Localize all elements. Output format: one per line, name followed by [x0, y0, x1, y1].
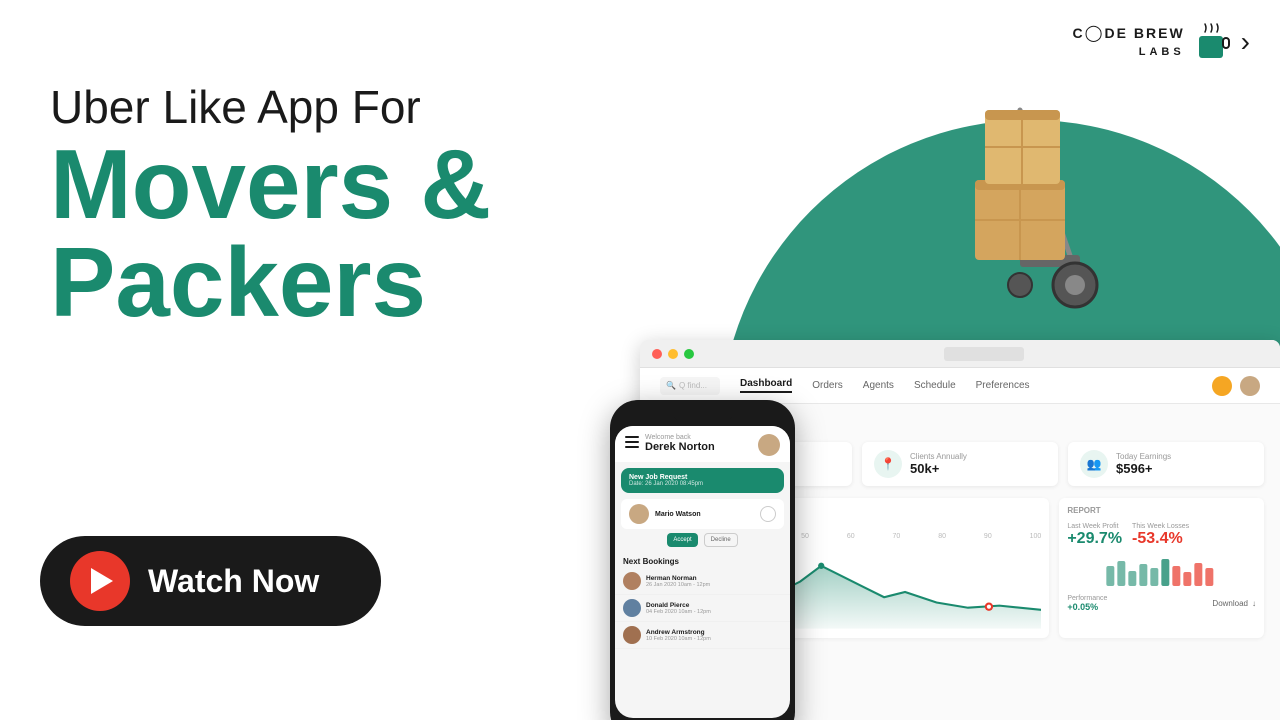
hero-heading-line2: Packers — [50, 233, 650, 331]
download-row[interactable]: Download ↓ — [1212, 599, 1256, 608]
titlebar-dot-yellow — [668, 349, 678, 359]
next-bookings-title: Next Bookings — [615, 553, 790, 568]
clients-icon: 📍 — [874, 450, 902, 478]
logo-area: C◯DE BREW LABS › — [1073, 20, 1250, 64]
logo-bracket: › — [1241, 28, 1250, 56]
profit-value: +29.7% — [1067, 530, 1122, 548]
performance-label: Performance — [1067, 595, 1107, 602]
booking-item-3: Andrew Armstrong 10 Feb 2020 10am - 12pm — [615, 622, 790, 649]
earnings-value: $596+ — [1116, 461, 1171, 476]
mobile-welcome: Welcome back — [645, 434, 715, 441]
booking-item-2: Donald Pierce 04 Feb 2020 10am - 12pm — [615, 595, 790, 622]
page-wrapper: C◯DE BREW LABS › Uber Like App For Mover… — [0, 0, 1280, 720]
nb-avatar-3 — [623, 626, 641, 644]
titlebar — [640, 340, 1280, 368]
hamburger-icon[interactable] — [625, 434, 639, 448]
nb-avatar-1 — [623, 572, 641, 590]
report-panel: REPORT Last Week Profit +29.7% This Week… — [1059, 498, 1264, 638]
stat-earnings: 👥 Today Earnings $596+ — [1068, 442, 1264, 486]
download-label: Download — [1212, 599, 1248, 608]
mobile-screen: Welcome back Derek Norton New Job Reques… — [615, 426, 790, 718]
nb-name-3: Andrew Armstrong — [646, 629, 711, 636]
nb-date-2: 04 Feb 2020 10am - 12pm — [646, 609, 711, 615]
pending-booking-item: Mario Watson — [621, 499, 784, 529]
mini-chart — [1067, 556, 1256, 586]
hero-subtitle: Uber Like App For — [50, 80, 650, 135]
report-losses: This Week Losses -53.4% — [1132, 523, 1189, 548]
nb-avatar-2 — [623, 599, 641, 617]
action-buttons-row: Accept Decline — [615, 533, 790, 553]
booking-name-mario: Mario Watson — [655, 511, 754, 518]
titlebar-dot-green — [684, 349, 694, 359]
nav-preferences[interactable]: Preferences — [976, 380, 1030, 391]
losses-label: This Week Losses — [1132, 523, 1189, 530]
logo-text: C◯DE BREW LABS — [1073, 24, 1185, 59]
nav-dashboard[interactable]: Dashboard — [740, 378, 792, 393]
download-icon: ↓ — [1252, 599, 1256, 608]
circle-check-icon — [760, 506, 776, 522]
play-circle-icon — [70, 551, 130, 611]
search-placeholder: Q find... — [679, 381, 707, 390]
booking-avatar-mario — [629, 504, 649, 524]
logo-name-line2: LABS — [1073, 45, 1185, 59]
hero-content: Uber Like App For Movers & Packers — [50, 80, 650, 331]
mobile-user-avatar — [758, 434, 780, 456]
nb-name-1: Herman Norman — [646, 575, 710, 582]
nb-date-3: 10 Feb 2020 10am - 12pm — [646, 636, 711, 642]
job-request-date: Date: 26 Jan 2020 08:45pm — [629, 481, 776, 487]
nb-name-2: Donald Pierce — [646, 602, 711, 609]
nb-date-1: 26 Jan 2020 10am - 12pm — [646, 582, 710, 588]
earnings-label: Today Earnings — [1116, 452, 1171, 461]
logo-icon — [1191, 20, 1235, 64]
decline-button[interactable]: Decline — [704, 533, 738, 547]
nav-agents[interactable]: Agents — [863, 380, 894, 391]
booking-item-1: Herman Norman 26 Jan 2020 10am - 12pm — [615, 568, 790, 595]
accept-button[interactable]: Accept — [667, 533, 697, 547]
mobile-header: Welcome back Derek Norton — [615, 426, 790, 462]
logo-name-line1: C◯DE BREW — [1073, 24, 1185, 45]
mobile-mockup: Welcome back Derek Norton New Job Reques… — [610, 400, 795, 720]
earnings-icon: 👥 — [1080, 450, 1108, 478]
nav-schedule[interactable]: Schedule — [914, 380, 956, 391]
play-triangle-icon — [91, 568, 113, 594]
clients-value: 50k+ — [910, 461, 967, 476]
report-profit: Last Week Profit +29.7% — [1067, 523, 1122, 548]
hero-heading-line1: Movers & — [50, 135, 650, 233]
watch-now-button[interactable]: Watch Now — [40, 536, 381, 626]
job-request-title: New Job Request — [629, 474, 776, 481]
mobile-notch — [673, 412, 733, 422]
report-stats-row: Last Week Profit +29.7% This Week Losses… — [1067, 523, 1256, 556]
cart-svg — [890, 90, 1120, 330]
profit-label: Last Week Profit — [1067, 523, 1122, 530]
watch-now-label: Watch Now — [148, 563, 319, 600]
stat-clients: 📍 Clients Annually 50k+ — [862, 442, 1058, 486]
desktop-search[interactable]: 🔍 Q find... — [660, 377, 720, 395]
job-request-card: New Job Request Date: 26 Jan 2020 08:45p… — [621, 468, 784, 493]
cart-illustration — [890, 90, 1120, 330]
titlebar-dot-red — [652, 349, 662, 359]
nav-avatar-2 — [1240, 376, 1260, 396]
nav-avatar-1 — [1212, 376, 1232, 396]
clients-label: Clients Annually — [910, 452, 967, 461]
mobile-user-name: Derek Norton — [645, 441, 715, 453]
nav-orders[interactable]: Orders — [812, 380, 843, 391]
nav-user-icons — [1212, 376, 1260, 396]
desktop-nav: 🔍 Q find... Dashboard Orders Agents Sche… — [640, 368, 1280, 404]
performance-value: +0.05% — [1067, 602, 1107, 612]
losses-value: -53.4% — [1132, 530, 1189, 548]
report-title: REPORT — [1067, 506, 1256, 515]
